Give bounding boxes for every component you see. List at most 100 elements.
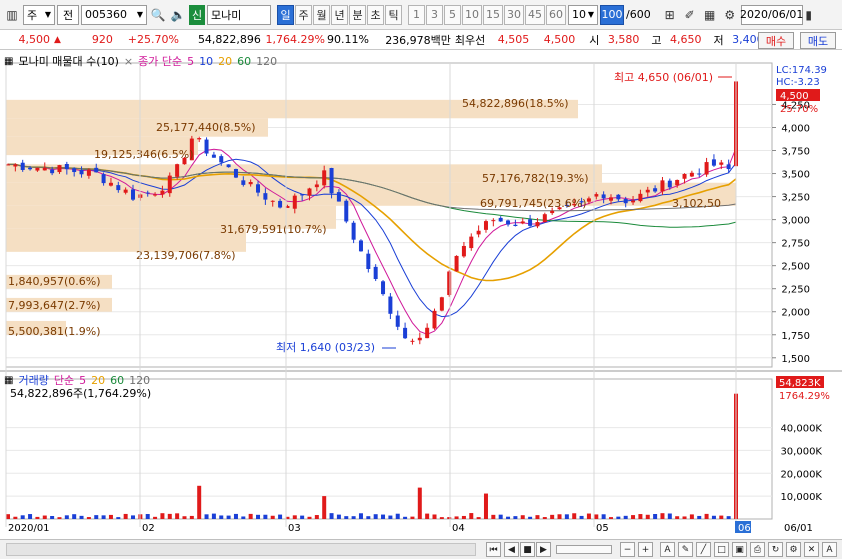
candle-body: [42, 167, 47, 171]
close-icon[interactable]: ×: [124, 55, 133, 68]
save-icon[interactable]: ▣: [732, 542, 747, 557]
ma10-label: 10: [199, 54, 214, 68]
candle-body: [719, 162, 724, 165]
settings-icon[interactable]: ⚙: [786, 542, 801, 557]
volume-bar: [506, 516, 511, 519]
stock-name-field[interactable]: 모나미: [207, 4, 271, 25]
period-button-0[interactable]: 일: [277, 4, 294, 25]
buy-button[interactable]: 매수: [758, 32, 794, 49]
x-tick-label: 06: [738, 523, 751, 534]
draw-tool-icon[interactable]: ✐: [681, 5, 699, 25]
prev-icon[interactable]: ◀: [504, 542, 519, 557]
print-icon[interactable]: ⎙: [750, 542, 765, 557]
candle-body: [79, 169, 84, 175]
volume-bar: [270, 515, 275, 519]
count-input[interactable]: 100: [600, 4, 624, 25]
chart-area[interactable]: 4,250 4,000 3,750 3,500 3,250 3,000 2,750 2,500…: [0, 51, 842, 539]
interval-button-7[interactable]: 60: [546, 4, 566, 25]
volume-bar: [204, 514, 209, 519]
candle-body: [20, 162, 25, 170]
date-picker-icon[interactable]: ▮: [805, 5, 813, 25]
zoom-slider[interactable]: [556, 545, 612, 554]
speaker-icon[interactable]: 🔈: [169, 5, 187, 25]
grid-icon[interactable]: ▦: [701, 5, 719, 25]
type-select[interactable]: 주 ▼: [23, 4, 55, 25]
box-tool-icon[interactable]: □: [714, 542, 729, 557]
cross-tool-icon[interactable]: ✕: [804, 542, 819, 557]
pencil-icon[interactable]: ✎: [678, 542, 693, 557]
candle-body: [653, 188, 658, 192]
zoom-out-icon[interactable]: −: [620, 542, 635, 557]
candle-body: [175, 164, 180, 177]
candle-body: [64, 164, 69, 170]
candle-body: [256, 184, 261, 193]
interval-button-3[interactable]: 10: [462, 4, 482, 25]
candle-body: [513, 224, 518, 227]
interval-button-6[interactable]: 45: [525, 4, 545, 25]
grid-toggle-icon[interactable]: ▦: [4, 375, 13, 386]
ratio: 90.11%: [326, 33, 369, 46]
text-tool-icon[interactable]: A: [660, 542, 675, 557]
candle-body: [403, 327, 408, 339]
code-value: 005360: [85, 8, 127, 21]
candle-body: [226, 164, 231, 168]
x-tick-label: 04: [452, 523, 465, 534]
period-button-6[interactable]: 틱: [385, 4, 402, 25]
first-page-icon[interactable]: ⏮: [486, 542, 501, 557]
candle-body: [682, 173, 687, 179]
zoom-in-icon[interactable]: +: [638, 542, 653, 557]
interval-button-5[interactable]: 30: [504, 4, 524, 25]
price-tick-label: 2,250: [781, 285, 810, 296]
interval-button-2[interactable]: 5: [444, 4, 461, 25]
volume-bar: [645, 514, 650, 519]
count-value: 100: [601, 8, 623, 21]
chart-canvas[interactable]: 4,2504,0003,7503,5003,2503,0002,7502,500…: [0, 51, 842, 539]
period-button-4[interactable]: 분: [349, 4, 366, 25]
market-select[interactable]: 전: [57, 4, 79, 25]
candle-body: [57, 165, 62, 173]
period-button-5[interactable]: 초: [367, 4, 384, 25]
horizontal-scrollbar[interactable]: [6, 543, 476, 556]
period-button-1[interactable]: 주: [295, 4, 312, 25]
font-icon[interactable]: A: [822, 542, 837, 557]
crosshair-icon[interactable]: ⊞: [661, 5, 679, 25]
candle-body: [425, 327, 430, 339]
gear-icon[interactable]: ⚙: [721, 5, 739, 25]
code-input[interactable]: 005360 ▼: [81, 4, 147, 25]
volume-bar: [79, 515, 84, 519]
volume-bar: [616, 516, 621, 519]
search-icon[interactable]: 🔍: [149, 5, 167, 25]
count-total: /600: [626, 8, 651, 21]
interval-button-0[interactable]: 1: [408, 4, 425, 25]
high-note: 최고 4,650 (06/01): [614, 71, 713, 84]
volume-bar: [454, 516, 459, 519]
period-button-3[interactable]: 년: [331, 4, 348, 25]
stock-badge: 신: [189, 4, 205, 25]
interval-select[interactable]: 10 ▼: [568, 4, 598, 25]
interval-button-1[interactable]: 3: [426, 4, 443, 25]
line-tool-icon[interactable]: ╱: [696, 542, 711, 557]
volume-profile-label: 1,840,957(0.6%): [8, 275, 101, 288]
stop-icon[interactable]: ■: [520, 542, 535, 557]
candle-body: [704, 162, 709, 175]
refresh-icon[interactable]: ↻: [768, 542, 783, 557]
candle-body: [6, 164, 10, 166]
volume-bar: [653, 513, 658, 519]
volume-bar: [498, 514, 503, 519]
sell-button[interactable]: 매도: [800, 32, 836, 49]
chart-layout-icon[interactable]: ▥: [3, 5, 21, 25]
next-icon[interactable]: ▶: [536, 542, 551, 557]
candle-body: [108, 182, 113, 186]
candle-body: [28, 167, 33, 170]
volume-tick-label: 30,000K: [780, 446, 822, 457]
period-button-2[interactable]: 월: [313, 4, 330, 25]
volume-bar: [513, 516, 518, 519]
interval-button-4[interactable]: 15: [483, 4, 503, 25]
volume-tick-label: 20,000K: [780, 469, 822, 480]
volume-bar: [263, 514, 268, 519]
candle-body: [248, 181, 253, 185]
volume-note: 54,822,896주(1,764.29%): [10, 387, 152, 400]
date-field[interactable]: 2020/06/01: [740, 4, 803, 25]
grid-toggle-icon[interactable]: ▦: [4, 56, 13, 67]
candle-body: [623, 199, 628, 204]
